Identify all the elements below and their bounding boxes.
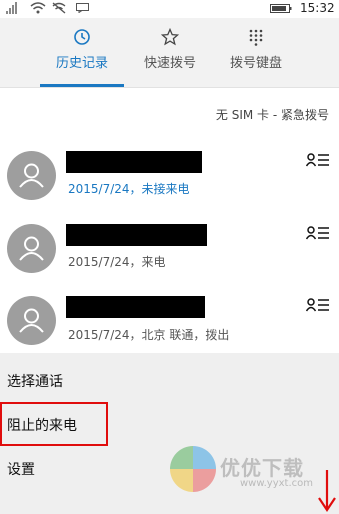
- call-item[interactable]: 2015/7/24，未接来电: [0, 151, 339, 213]
- active-tab-indicator: [40, 84, 124, 87]
- sim-status[interactable]: 无 SIM 卡 - 紧急拨号: [216, 106, 329, 123]
- call-meta: 2015/7/24，未接来电: [68, 182, 190, 196]
- clock: 15:32: [300, 1, 335, 15]
- history-icon: [74, 29, 90, 45]
- watermark-url: www.yyxt.com: [240, 478, 314, 489]
- redacted-contact-name: [66, 224, 207, 246]
- person-icon: [19, 163, 44, 188]
- redacted-contact-name: [66, 151, 202, 173]
- tab-speed-dial-label: 快速拨号: [143, 56, 196, 71]
- watermark-text: 优优下载: [220, 456, 304, 480]
- call-meta: 2015/7/24，北京 联通，拨出: [68, 328, 230, 342]
- status-bar: 15:32: [0, 0, 339, 18]
- call-item[interactable]: 2015/7/24，北京 联通，拨出: [0, 296, 339, 358]
- contact-details-icon[interactable]: [306, 296, 330, 314]
- contact-details-icon[interactable]: [306, 224, 330, 242]
- watermark-logo: [170, 446, 216, 492]
- person-icon: [19, 236, 44, 261]
- redacted-contact-name: [66, 296, 205, 318]
- menu-item-select-calls[interactable]: 选择通话: [7, 371, 63, 391]
- message-icon: [76, 3, 89, 13]
- avatar: [7, 224, 56, 273]
- highlight-box: [0, 402, 108, 446]
- menu-item-settings[interactable]: 设置: [7, 459, 35, 479]
- tab-history-label: 历史记录: [55, 56, 108, 71]
- avatar: [7, 296, 56, 345]
- tab-history[interactable]: 历史记录: [40, 18, 124, 88]
- person-icon: [19, 308, 44, 333]
- no-wifi-icon: [52, 2, 66, 14]
- battery-icon: [270, 4, 292, 13]
- avatar: [7, 151, 56, 200]
- dialpad-icon: [249, 29, 263, 46]
- signal-icon: [6, 2, 17, 14]
- watermark: 优优下载 www.yyxt.com: [170, 446, 330, 496]
- contact-details-icon[interactable]: [306, 151, 330, 169]
- star-icon: [161, 28, 179, 46]
- wifi-icon: [30, 2, 46, 14]
- down-arrow-icon: [318, 470, 336, 512]
- tab-dialpad-label: 拨号键盘: [229, 56, 282, 71]
- call-item[interactable]: 2015/7/24，来电: [0, 224, 339, 286]
- tab-speed-dial[interactable]: 快速拨号: [130, 18, 210, 88]
- tab-header: 历史记录 快速拨号 拨号键盘: [0, 18, 339, 88]
- call-meta: 2015/7/24，来电: [68, 255, 166, 269]
- tab-dialpad[interactable]: 拨号键盘: [216, 18, 296, 88]
